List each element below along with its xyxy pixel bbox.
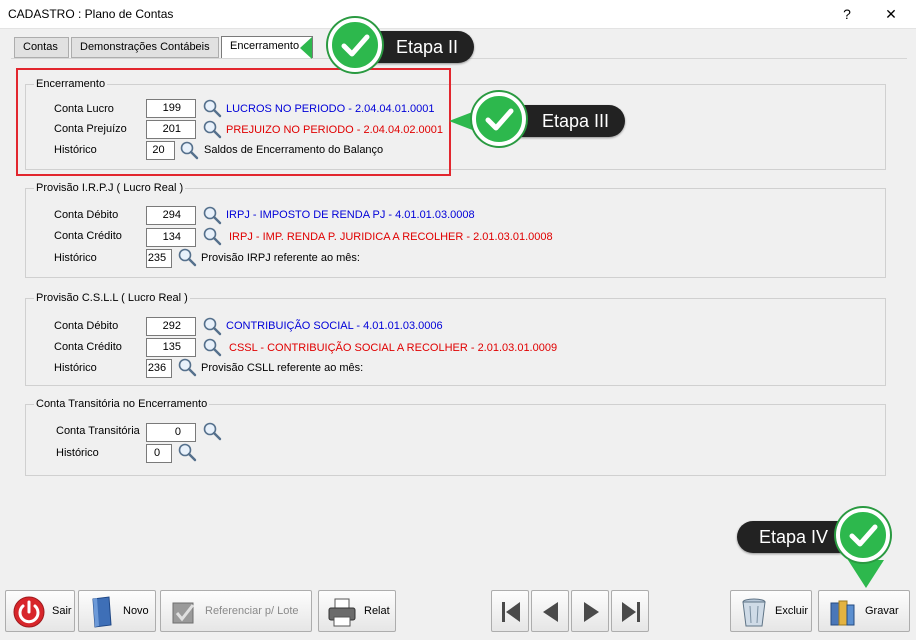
relat-label: Relat — [364, 605, 390, 617]
sair-label: Sair — [52, 605, 72, 617]
excluir-label: Excluir — [775, 605, 809, 617]
save-books-icon — [830, 600, 855, 626]
etapa2-pointer-icon — [300, 37, 312, 59]
title-bar: CADASTRO : Plano de Contas ? ✕ — [0, 0, 916, 29]
irpj-debito-label: Conta Débito — [54, 209, 119, 221]
group-csll-legend: Provisão C.S.L.L ( Lucro Real ) — [34, 292, 190, 304]
csll-debito-search-icon[interactable] — [202, 316, 222, 336]
first-record-button[interactable] — [491, 590, 529, 632]
batch-reference-icon — [172, 602, 195, 624]
csll-credito-desc: CSSL - CONTRIBUIÇÃO SOCIAL A RECOLHER - … — [229, 342, 558, 354]
new-document-icon — [92, 596, 112, 628]
conta-transitoria-label: Conta Transitória — [56, 425, 140, 437]
group-transitoria-legend: Conta Transitória no Encerramento — [34, 398, 210, 410]
last-record-icon — [622, 602, 640, 622]
window-title: CADASTRO : Plano de Contas — [8, 7, 174, 21]
first-record-icon — [502, 602, 520, 622]
transitoria-historico-search-icon[interactable] — [177, 442, 197, 462]
etapa3-check-icon — [472, 92, 526, 146]
csll-historico-desc: Provisão CSLL referente ao mês: — [201, 362, 364, 374]
previous-record-button[interactable] — [531, 590, 569, 632]
excluir-button[interactable]: Excluir — [730, 590, 812, 632]
tab-contas[interactable]: Contas — [14, 37, 69, 58]
close-button[interactable]: ✕ — [868, 0, 914, 29]
csll-debito-desc: CONTRIBUIÇÃO SOCIAL - 4.01.01.03.0006 — [226, 320, 443, 332]
etapa2-label: Etapa II — [396, 37, 459, 57]
irpj-credito-search-icon[interactable] — [202, 226, 222, 246]
next-record-button[interactable] — [571, 590, 609, 632]
help-button[interactable]: ? — [824, 0, 870, 29]
etapa2-check-icon — [328, 18, 382, 72]
gravar-label: Gravar — [865, 605, 899, 617]
highlight-box — [16, 68, 451, 176]
gravar-button[interactable]: Gravar — [818, 590, 910, 632]
csll-historico-search-icon[interactable] — [177, 357, 197, 377]
group-irpj-legend: Provisão I.R.P.J ( Lucro Real ) — [34, 182, 186, 194]
referenciar-button[interactable]: Referenciar p/ Lote — [160, 590, 312, 632]
irpj-historico-label: Histórico — [54, 252, 97, 264]
csll-historico-input[interactable]: 236 — [146, 359, 172, 378]
transitoria-historico-input[interactable]: 0 — [146, 444, 172, 463]
irpj-historico-search-icon[interactable] — [177, 247, 197, 267]
irpj-historico-desc: Provisão IRPJ referente ao mês: — [201, 252, 360, 264]
next-record-icon — [584, 602, 599, 622]
csll-credito-input[interactable]: 135 — [146, 338, 196, 357]
etapa4-label: Etapa IV — [759, 527, 829, 547]
bottom-toolbar: Sair Novo Referenciar p/ Lote Relat Excl… — [0, 586, 916, 640]
irpj-debito-input[interactable]: 294 — [146, 206, 196, 225]
conta-transitoria-input[interactable]: 0 — [146, 423, 196, 442]
etapa4-check-icon — [836, 508, 890, 562]
csll-historico-label: Histórico — [54, 362, 97, 374]
conta-transitoria-search-icon[interactable] — [202, 421, 222, 441]
csll-credito-label: Conta Crédito — [54, 341, 122, 353]
relat-button[interactable]: Relat — [318, 590, 396, 632]
irpj-debito-desc: IRPJ - IMPOSTO DE RENDA PJ - 4.01.01.03.… — [226, 209, 475, 221]
tab-demonstracoes[interactable]: Demonstrações Contábeis — [71, 37, 219, 58]
etapa4-pointer-icon — [848, 560, 884, 588]
irpj-historico-input[interactable]: 235 — [146, 249, 172, 268]
csll-debito-input[interactable]: 292 — [146, 317, 196, 336]
trash-icon — [742, 598, 766, 627]
irpj-debito-search-icon[interactable] — [202, 205, 222, 225]
irpj-credito-label: Conta Crédito — [54, 230, 122, 242]
novo-button[interactable]: Novo — [78, 590, 156, 632]
power-icon — [13, 596, 45, 628]
transitoria-historico-label: Histórico — [56, 447, 99, 459]
printer-icon — [328, 598, 356, 627]
csll-credito-search-icon[interactable] — [202, 337, 222, 357]
etapa3-label: Etapa III — [542, 111, 610, 131]
referenciar-label: Referenciar p/ Lote — [205, 605, 299, 617]
sair-button[interactable]: Sair — [5, 590, 75, 632]
irpj-credito-input[interactable]: 134 — [146, 228, 196, 247]
previous-record-icon — [543, 602, 558, 622]
irpj-credito-desc: IRPJ - IMP. RENDA P. JURIDICA A RECOLHER… — [229, 231, 553, 243]
novo-label: Novo — [123, 605, 149, 617]
last-record-button[interactable] — [611, 590, 649, 632]
csll-debito-label: Conta Débito — [54, 320, 119, 332]
